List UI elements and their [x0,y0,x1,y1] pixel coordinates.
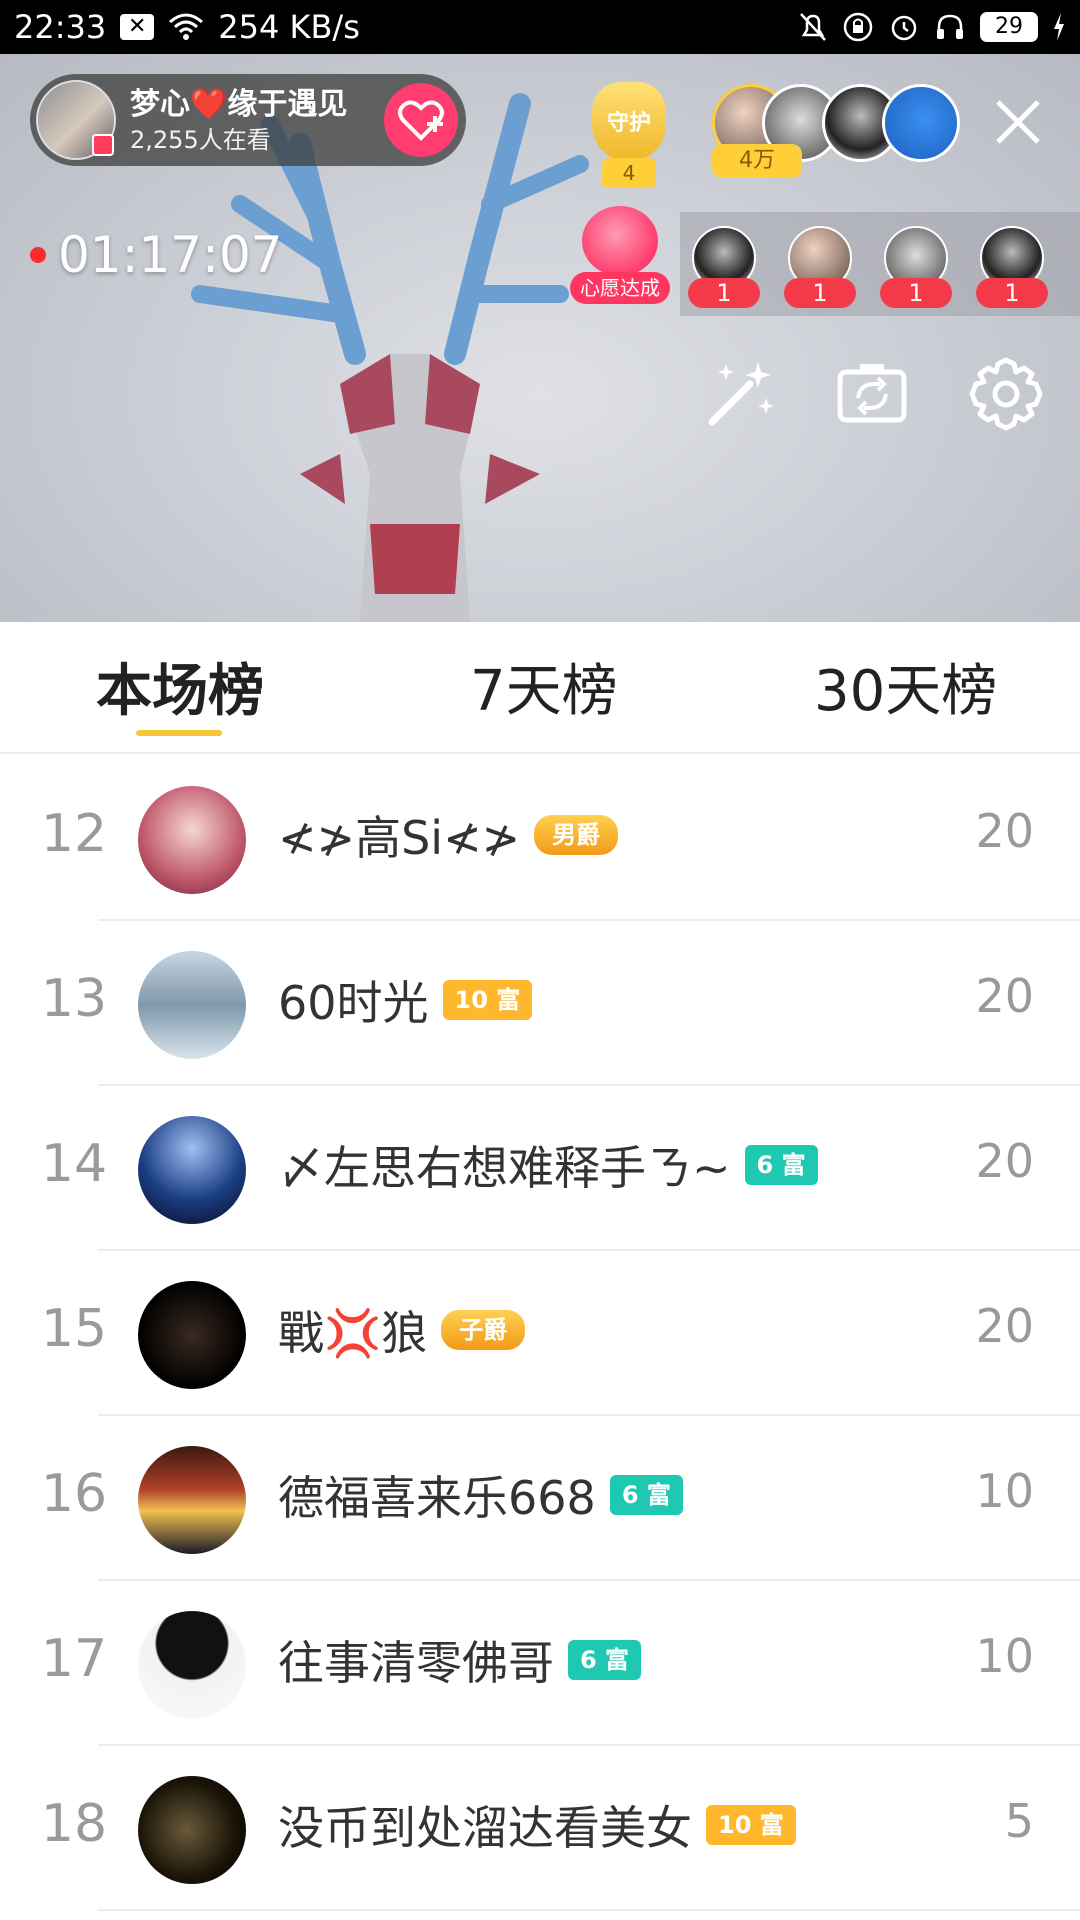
title-badge: 子爵 [441,1310,526,1350]
alarm-icon [888,11,920,43]
wealth-level-badge: 6 富 [568,1640,642,1680]
guard-crown-icon: 守护 [592,82,666,160]
wealth-level-badge: 10 富 [706,1805,796,1845]
gear-icon [969,357,1043,431]
contribution-score: 20 [975,1299,1034,1353]
top-fans-avatars[interactable]: 4万 [712,84,960,194]
nickname: ≮≯高Si≮≯ [278,811,521,865]
nickname: 往事清零佛哥 [278,1636,554,1690]
list-item[interactable]: 15 戰💢狼 子爵 20 [0,1251,1080,1416]
contribution-score: 10 [975,1464,1034,1518]
rank-number: 12 [40,804,108,864]
list-item[interactable]: 17 往事清零佛哥 6 富 10 [0,1581,1080,1746]
contribution-score: 10 [975,1629,1034,1683]
nickname: 没币到处溜达看美女 [278,1801,692,1855]
contribution-score: 20 [975,969,1034,1023]
host-info-pill[interactable]: 梦心❤️缘于遇见 2,255人在看 [30,74,466,166]
beauty-wand-button[interactable] [700,354,780,434]
heart-plus-icon [398,100,444,141]
avatar[interactable] [138,1776,246,1884]
mic-seat-count: 1 [976,278,1048,308]
mic-seat-count: 1 [688,278,760,308]
tab-this-session[interactable]: 本场榜 [96,646,264,727]
close-button[interactable] [990,94,1046,150]
viewer-count: 2,255人在看 [130,126,271,154]
list-item[interactable]: 18 没币到处溜达看美女 10 富 5 [0,1746,1080,1911]
avatar[interactable] [138,1446,246,1554]
divider [98,1909,1080,1911]
avatar[interactable] [138,1116,246,1224]
avatar[interactable] [138,951,246,1059]
bell-off-icon [798,11,828,43]
list-item[interactable]: 13 60时光 10 富 20 [0,921,1080,1086]
wealth-level-badge: 6 富 [744,1145,818,1185]
wish-achieved-button[interactable]: 心愿达成 [570,206,670,316]
rank-number: 18 [40,1794,108,1854]
contribution-score: 20 [975,1134,1034,1188]
magic-wand-icon [708,362,774,426]
nickname: 〆左思右想难释手ㄋ~ [278,1141,731,1195]
mic-seat-count: 1 [784,278,856,308]
avatar[interactable] [138,1281,246,1389]
tab-7-days[interactable]: 7天榜 [470,646,618,727]
ranking-list[interactable]: 12 ≮≯高Si≮≯ 男爵 20 13 60时光 10 富 20 14 〆左思右… [0,756,1080,1920]
lock-rotation-icon [842,11,874,43]
rank-number: 15 [40,1299,108,1359]
list-item[interactable]: 16 德福喜来乐668 6 富 10 [0,1416,1080,1581]
live-video-area[interactable]: 梦心❤️缘于遇见 2,255人在看 守护 4 4万 01:17:07 心愿达成 … [0,54,1080,622]
mic-seat-strip: 1 1 1 1 [680,212,1080,316]
settings-button[interactable] [966,354,1046,434]
avatar[interactable] [138,786,246,894]
contribution-score: 20 [975,804,1034,858]
fan-avatar[interactable] [882,84,960,162]
wifi-icon [168,12,204,42]
rank-number: 14 [40,1134,108,1194]
live-badge-icon [92,134,114,156]
nickname: 60时光 [278,976,429,1030]
guard-count: 4 [602,158,656,188]
recording-dot-icon [30,247,46,263]
camera-switch-icon [837,364,907,423]
wish-label: 心愿达成 [570,272,670,304]
status-bar: 22:33 ✕ 254 KB/s 29 [0,0,1080,54]
nickname: 德福喜来乐668 [278,1471,596,1525]
rank-number: 17 [40,1629,108,1689]
wealth-level-badge: 6 富 [609,1475,683,1515]
heart-face-icon [582,206,658,276]
switch-camera-button[interactable] [832,354,912,434]
contribution-score: 5 [1004,1794,1034,1848]
net-speed: 254 KB/s [218,8,360,46]
host-name: 梦心❤️缘于遇见 [130,87,348,122]
fan-count: 4万 [712,144,802,178]
follow-button[interactable] [384,83,458,157]
timer-text: 01:17:07 [58,226,283,284]
rank-number: 16 [40,1464,108,1524]
headphones-icon [934,11,966,43]
battery-icon: 29 [980,12,1038,42]
wealth-level-badge: 10 富 [442,980,533,1020]
list-item[interactable]: 12 ≮≯高Si≮≯ 男爵 20 [0,756,1080,921]
notification-x-icon: ✕ [120,14,155,40]
list-item[interactable]: 14 〆左思右想难释手ㄋ~ 6 富 20 [0,1086,1080,1251]
tab-30-days[interactable]: 30天榜 [814,646,997,727]
active-tab-indicator [136,730,222,736]
close-icon [996,100,1040,144]
mic-seat-count: 1 [880,278,952,308]
ranking-tabs: 本场榜 7天榜 30天榜 [0,622,1080,754]
charging-icon [1052,12,1066,42]
title-badge: 男爵 [534,815,619,855]
rank-number: 13 [40,969,108,1029]
avatar[interactable] [138,1611,246,1719]
status-time: 22:33 [14,8,107,46]
nickname: 戰💢狼 [278,1306,428,1360]
guard-badge[interactable]: 守护 4 [582,82,676,190]
live-timer: 01:17:07 [30,226,283,284]
host-avatar[interactable] [36,80,116,160]
